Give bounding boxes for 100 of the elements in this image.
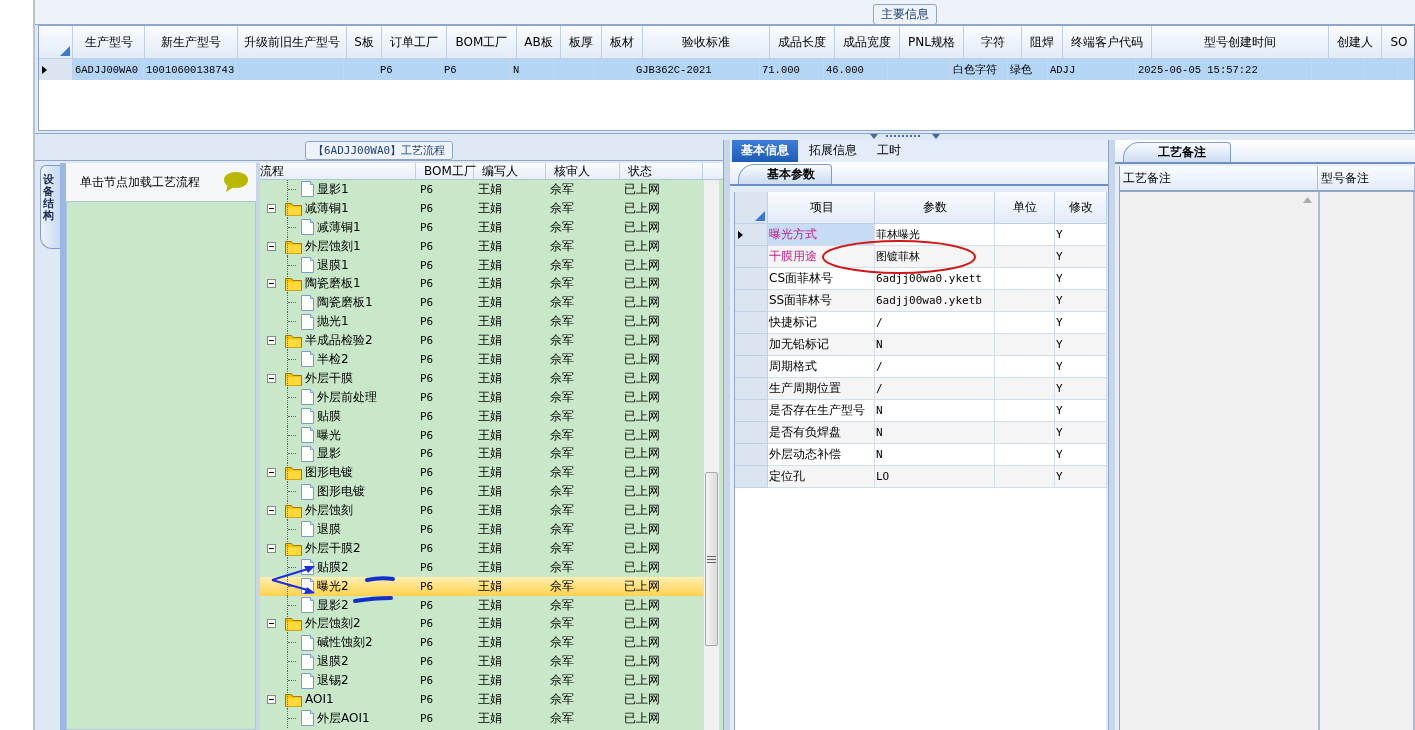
tab[interactable]: 拓展信息 (800, 140, 866, 162)
column-header[interactable]: 板厚 (561, 26, 602, 59)
tab[interactable]: 工艺备注 (1123, 142, 1231, 162)
parameter-row[interactable]: 是否有负焊盘 N Y (735, 422, 1106, 444)
tree-row[interactable]: 减薄铜1 P6 王娟 佘军 已上网 (260, 217, 703, 237)
collapse-icon[interactable] (267, 619, 276, 629)
collapse-icon[interactable] (267, 373, 276, 383)
tab[interactable]: 工时 (868, 140, 910, 162)
column-header[interactable]: 板材 (602, 26, 643, 59)
tree-row[interactable]: 减薄铜1 P6 王娟 佘军 已上网 (260, 198, 703, 218)
column-header[interactable]: 成品长度 (770, 26, 835, 59)
column-header[interactable]: 状态 (620, 163, 703, 179)
tree-row[interactable]: 陶瓷磨板1 P6 王娟 佘军 已上网 (260, 293, 703, 313)
column-header[interactable]: BOM工厂 (416, 163, 474, 179)
tree-row[interactable]: 退膜 P6 王娟 佘军 已上网 (260, 520, 703, 539)
column-header[interactable]: 参数 (875, 192, 995, 224)
tree-row[interactable]: AOI1 P6 王娟 佘军 已上网 (260, 690, 703, 709)
collapse-icon[interactable] (267, 695, 276, 704)
tree-row[interactable]: 陶瓷磨板1 P6 王娟 佘军 已上网 (260, 274, 703, 294)
node-label: 外层蚀刻2 (305, 615, 361, 633)
collapse-icon[interactable] (267, 336, 276, 346)
table-cell: 王娟 (478, 520, 502, 538)
column-header[interactable]: 项目 (768, 192, 875, 224)
data-row[interactable]: 6ADJJ00WA0 10010600138743 P6 P6 N GJB362C-2021 71.000 46.000 白色字符 绿色 ADJJ 2025-06-05 15:57:22 (39, 59, 1414, 80)
tree-row[interactable]: 半检2 P6 王娟 佘军 已上网 (260, 350, 703, 369)
tree-row[interactable]: 外层蚀刻1 P6 王娟 佘军 已上网 (260, 236, 703, 256)
tree-row[interactable]: 贴膜 P6 王娟 佘军 已上网 (260, 406, 703, 426)
scrollbar[interactable] (703, 180, 719, 730)
column-header[interactable]: 成品宽度 (835, 26, 900, 59)
collapse-icon[interactable] (267, 506, 276, 516)
column-header[interactable]: 核审人 (546, 163, 620, 179)
parameter-row[interactable]: 干膜用途 图镀菲林 Y (735, 246, 1106, 268)
column-header[interactable]: BOM工厂 (447, 26, 517, 59)
tree-row[interactable]: 外层干膜2 P6 王娟 佘军 已上网 (260, 538, 703, 558)
column-header[interactable]: 型号创建时间 (1152, 26, 1329, 59)
table-cell: P6 (420, 674, 434, 688)
parameter-row[interactable]: SS面菲林号 6adjj00wa0.yketb Y (735, 290, 1106, 312)
scroll-thumb[interactable] (705, 472, 718, 646)
tree-row[interactable]: 碱性蚀刻2 P6 王娟 佘军 已上网 (260, 633, 703, 653)
tree-row[interactable]: 外层蚀刻2 P6 王娟 佘军 已上网 (260, 614, 703, 634)
document-icon (301, 672, 314, 689)
column-header[interactable]: S板 (347, 26, 382, 59)
column-header[interactable]: 升级前旧生产型号 (238, 26, 347, 59)
tree-row[interactable]: 显影 P6 王娟 佘军 已上网 (260, 444, 703, 464)
column-header[interactable]: 验收标准 (643, 26, 770, 59)
tree-row[interactable]: 图形电镀 P6 王娟 佘军 已上网 (260, 482, 703, 502)
table-cell: 已上网 (624, 350, 660, 368)
parameter-row[interactable]: 生产周期位置 / Y (735, 378, 1106, 400)
column-header[interactable]: 单位 (995, 192, 1055, 224)
column-header[interactable]: 新生产型号 (145, 26, 238, 59)
column-header[interactable]: 修改 (1055, 192, 1107, 224)
parameter-row[interactable]: 加无铅标记 N Y (735, 334, 1106, 356)
tree-row[interactable]: 外层AOI1 P6 王娟 佘军 已上网 (260, 708, 703, 728)
collapse-icon[interactable] (267, 468, 276, 478)
table-cell: 王娟 (478, 388, 502, 406)
document-icon (301, 521, 314, 538)
vertical-tab[interactable]: 设备结构 (40, 165, 60, 249)
tree-row[interactable]: 退锡2 P6 王娟 佘军 已上网 (260, 671, 703, 691)
table-cell: P6 (420, 485, 434, 499)
column-header[interactable]: 阻焊 (1022, 26, 1063, 59)
table-cell: 王娟 (478, 558, 502, 576)
table-cell: 定位孔 (769, 468, 805, 485)
tab[interactable]: 基本参数 (738, 164, 832, 184)
tree-row[interactable]: 外层蚀刻 P6 王娟 佘军 已上网 (260, 501, 703, 521)
table-cell: 已上网 (624, 483, 660, 501)
table-cell: / (876, 382, 883, 395)
collapse-icon[interactable] (267, 543, 276, 553)
collapse-icon[interactable] (267, 203, 276, 213)
column-header[interactable]: 终端客户代码 (1063, 26, 1152, 59)
tree-row[interactable]: 显影1 P6 王娟 佘军 已上网 (260, 180, 703, 199)
column-header[interactable]: 订单工厂 (382, 26, 447, 59)
table-cell: 佘军 (550, 615, 574, 633)
tree-row[interactable]: 外层干膜 P6 王娟 佘军 已上网 (260, 368, 703, 388)
table-cell: 佘军 (550, 653, 574, 671)
collapse-icon[interactable] (267, 279, 276, 289)
collapse-icon[interactable] (267, 241, 276, 251)
column-header[interactable]: 型号备注 (1318, 166, 1415, 192)
tree-row[interactable]: 显影2 P6 王娟 佘军 已上网 (260, 595, 703, 615)
splitter-grip-icon[interactable] (870, 134, 940, 139)
column-header[interactable]: 流程 (260, 163, 416, 179)
tree-row[interactable]: 退膜1 P6 王娟 佘军 已上网 (260, 255, 703, 275)
tree-row[interactable]: 图形电镀 P6 王娟 佘军 已上网 (260, 463, 703, 483)
parameter-row[interactable]: 定位孔 LO Y (735, 466, 1106, 488)
table-cell: P6 (420, 428, 434, 442)
tree-row[interactable]: 退膜2 P6 王娟 佘军 已上网 (260, 652, 703, 672)
column-header[interactable]: PNL规格 (900, 26, 964, 59)
column-header[interactable]: 创建人 (1329, 26, 1382, 59)
column-header[interactable]: 字符 (964, 26, 1022, 59)
column-header[interactable]: 生产型号 (73, 26, 145, 59)
tree-row[interactable]: 抛光1 P6 王娟 佘军 已上网 (260, 312, 703, 332)
tree-row[interactable]: 曝光 P6 王娟 佘军 已上网 (260, 425, 703, 445)
column-header[interactable]: 工艺备注 (1120, 166, 1318, 192)
table-cell: P6 (420, 693, 434, 706)
tree-row[interactable]: 曝光2 P6 王娟 佘军 已上网 (260, 576, 703, 596)
tree-row[interactable]: 半成品检验2 P6 王娟 佘军 已上网 (260, 331, 703, 350)
column-header[interactable]: AB板 (517, 26, 561, 59)
tree-row[interactable]: 外层前处理 P6 王娟 佘军 已上网 (260, 387, 703, 407)
column-header[interactable]: SO (1382, 26, 1414, 59)
table-cell: 已上网 (624, 218, 660, 236)
tab[interactable]: 基本信息 (732, 140, 798, 162)
